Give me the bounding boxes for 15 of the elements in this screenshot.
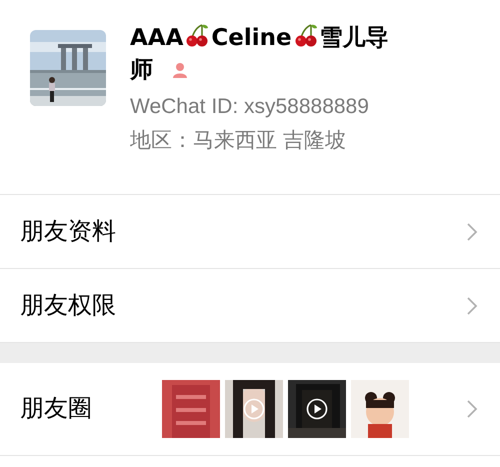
contact-name: 雪儿导: [320, 25, 389, 51]
region-text: 地区：马来西亚 吉隆坡: [130, 128, 347, 154]
moments-row[interactable]: 朋友圈: [0, 363, 500, 456]
contact-name: 师: [130, 57, 153, 83]
contact-name: AAA: [130, 25, 184, 51]
cherry-icon: [184, 22, 210, 48]
chevron-right-icon: [466, 222, 478, 242]
chevron-right-icon: [466, 296, 478, 316]
play-icon[interactable]: [306, 398, 328, 420]
cherry-icon: [292, 22, 319, 48]
chevron-right-icon: [466, 399, 478, 419]
menu-item[interactable]: 朋友资料: [0, 195, 500, 269]
wechat-id: WeChat ID: xsy58888889: [130, 94, 370, 120]
moments-label: 朋友圈: [20, 394, 93, 424]
contact-name: Celine: [211, 25, 292, 51]
